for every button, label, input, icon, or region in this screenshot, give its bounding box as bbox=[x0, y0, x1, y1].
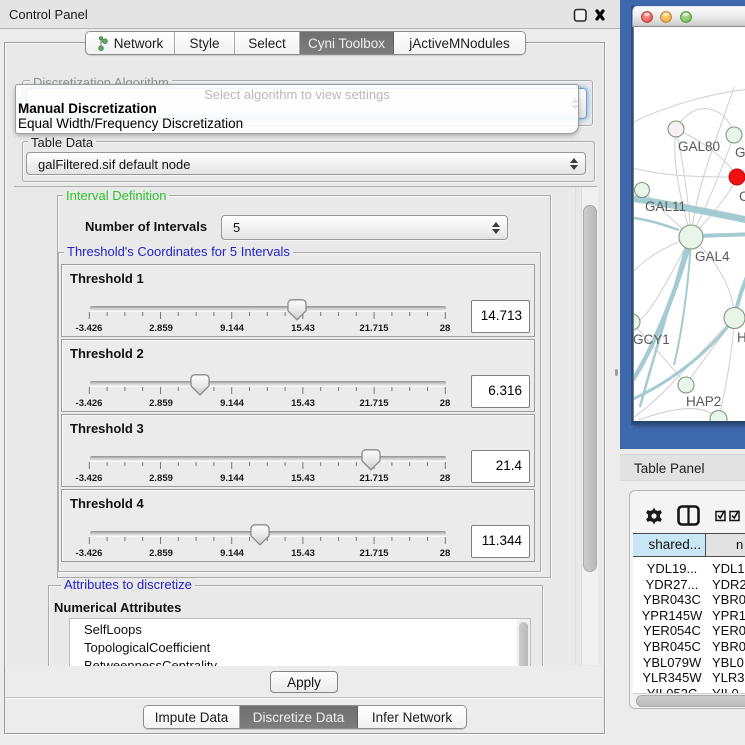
svg-text:GCY1: GCY1 bbox=[634, 332, 670, 347]
svg-text:HAP2: HAP2 bbox=[686, 394, 721, 409]
svg-text:GA: GA bbox=[735, 145, 745, 160]
svg-text:GAL4: GAL4 bbox=[695, 249, 730, 264]
svg-text:H: H bbox=[737, 330, 745, 345]
svg-text:GAL11: GAL11 bbox=[645, 199, 686, 214]
svg-text:C: C bbox=[739, 189, 745, 204]
svg-text:GAL80: GAL80 bbox=[678, 139, 720, 154]
